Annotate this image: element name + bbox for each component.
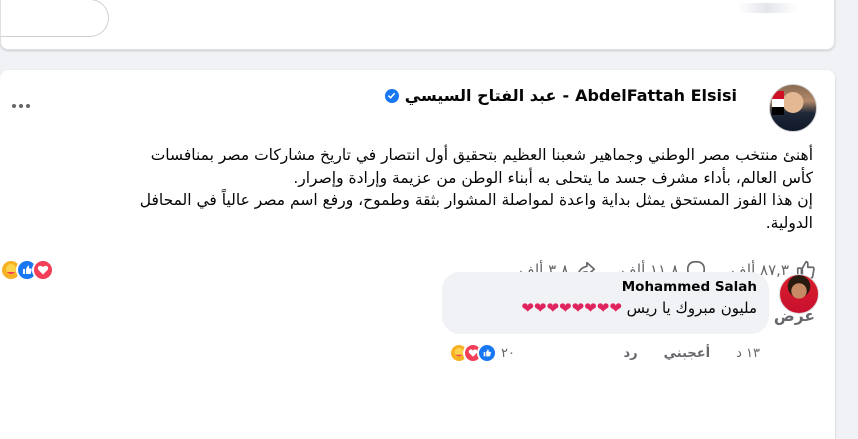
post-text-line: الدولية. bbox=[765, 213, 813, 232]
comment-text: مليون مبروك يا ريس bbox=[626, 299, 757, 317]
love-reaction-icon bbox=[32, 259, 54, 281]
post-text-line: كأس العالم، بأداء مشرف جسد ما يتحلى به أ… bbox=[293, 168, 813, 187]
comment-reactions-summary[interactable]: ٢٠ bbox=[449, 343, 515, 363]
comment-meta: ١٣ د أعجبني رد bbox=[623, 346, 760, 361]
previous-comment-input[interactable] bbox=[1, 0, 109, 37]
comment-reactions-count: ٢٠ bbox=[501, 345, 515, 361]
dot-icon bbox=[12, 104, 16, 108]
author-name-separator: - bbox=[562, 86, 570, 105]
previous-post-faded-text bbox=[737, 3, 797, 13]
verified-badge-icon bbox=[384, 88, 399, 103]
author-avatar[interactable] bbox=[769, 84, 817, 132]
comment-hearts: ❤❤❤❤❤❤❤❤ bbox=[521, 299, 623, 317]
egypt-flag-icon bbox=[772, 91, 784, 115]
more-options-button[interactable] bbox=[8, 96, 34, 116]
like-reaction-icon bbox=[477, 343, 497, 363]
post-card: عبد الفتاح السيسي - AbdelFattah Elsisi أ… bbox=[0, 70, 835, 439]
comment-time[interactable]: ١٣ د bbox=[736, 346, 760, 361]
feed: عبد الفتاح السيسي - AbdelFattah Elsisi أ… bbox=[0, 0, 858, 439]
previous-post-card bbox=[0, 0, 835, 50]
post-text-line: إن هذا الفوز المستحق يمثل بداية واعدة لم… bbox=[139, 191, 813, 209]
author-name-arabic[interactable]: عبد الفتاح السيسي bbox=[405, 86, 557, 105]
comment-bubble: Mohammed Salah مليون مبروك يا ريس ❤❤❤❤❤❤… bbox=[442, 272, 769, 334]
comment-text-line: مليون مبروك يا ريس ❤❤❤❤❤❤❤❤ bbox=[454, 299, 757, 317]
dot-icon bbox=[19, 104, 23, 108]
post-header: عبد الفتاح السيسي - AbdelFattah Elsisi bbox=[384, 86, 737, 105]
commenter-name[interactable]: Mohammed Salah bbox=[454, 279, 757, 295]
dot-icon bbox=[26, 104, 30, 108]
commenter-avatar[interactable] bbox=[779, 274, 819, 314]
comment-reply-button[interactable]: رد bbox=[623, 346, 637, 361]
post-reactions-summary[interactable] bbox=[0, 258, 54, 282]
author-name-english[interactable]: AbdelFattah Elsisi bbox=[575, 86, 737, 105]
comment-like-button[interactable]: أعجبني bbox=[664, 346, 710, 361]
post-text-line: أهنئ منتخب مصر الوطني وجماهير شعبنا العظ… bbox=[150, 146, 813, 164]
post-body: أهنئ منتخب مصر الوطني وجماهير شعبنا العظ… bbox=[13, 144, 813, 234]
